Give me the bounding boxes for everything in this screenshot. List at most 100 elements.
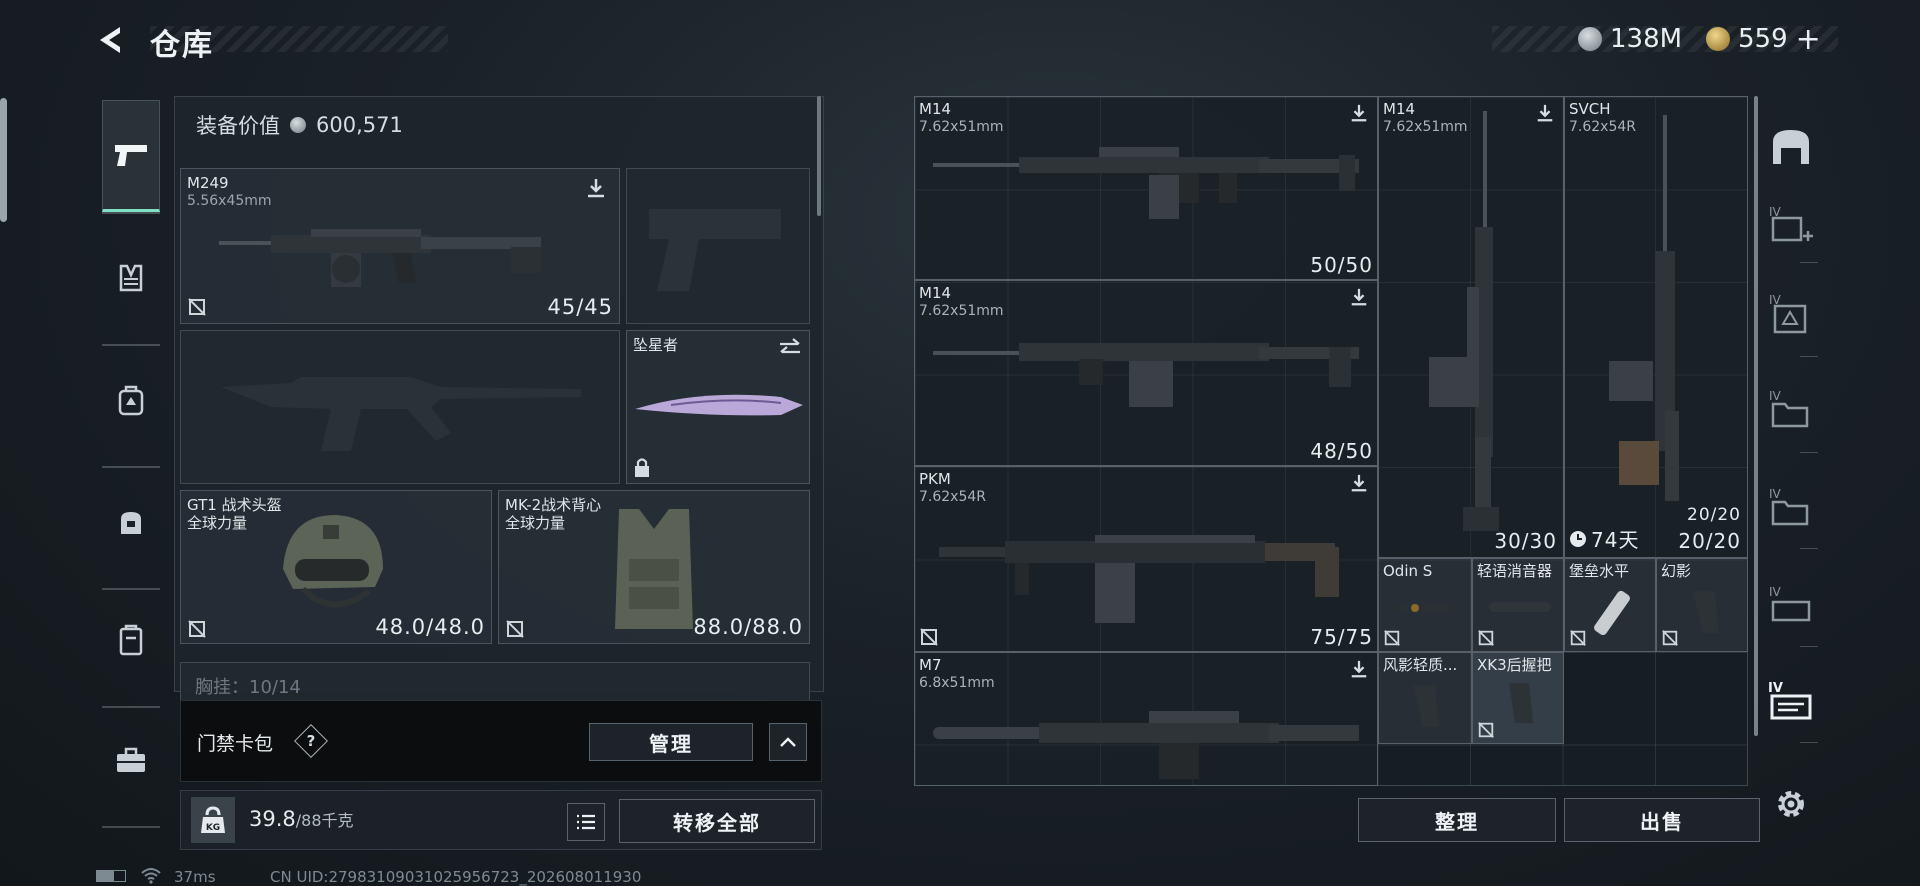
wifi-icon	[141, 868, 161, 884]
silver-currency: 138M	[1578, 22, 1682, 56]
storage-item-accessory[interactable]: Odin S	[1378, 558, 1472, 652]
storage-item-weapon[interactable]: M14 7.62x51mm 30/30	[1378, 96, 1564, 558]
vest-image	[615, 509, 693, 629]
helmet-brand: 全球力量	[187, 514, 248, 532]
nav-pouch[interactable]	[102, 608, 160, 672]
rail-divider	[1800, 262, 1818, 263]
download-icon[interactable]	[1535, 103, 1555, 123]
gun-case-icon: IV	[1768, 681, 1812, 720]
download-icon[interactable]	[585, 177, 607, 199]
rail-storage-4[interactable]: IV	[1766, 478, 1816, 538]
page-title: 仓库	[150, 28, 214, 63]
pistol-placeholder-icon	[649, 209, 781, 291]
storage-item-weapon[interactable]: M7 6.8x51mm	[914, 652, 1378, 786]
download-icon[interactable]	[1349, 103, 1369, 123]
rail-storage-6-active[interactable]: IV	[1766, 672, 1816, 732]
nav-divider	[102, 466, 160, 468]
ammo-count: 30/30	[1494, 529, 1557, 553]
rail-storage-1[interactable]: IV	[1766, 196, 1816, 256]
timer-days: 74天	[1591, 528, 1640, 552]
item-name: 风影轻质...	[1383, 656, 1458, 674]
item-name: M14	[919, 284, 952, 302]
vest-icon	[119, 264, 143, 292]
uid-text: CN UID:27983109031025956723_202608011930	[270, 868, 642, 886]
nav-case[interactable]	[102, 728, 160, 792]
rail-storage-3[interactable]: IV	[1766, 380, 1816, 440]
primary-weapon-slot[interactable]: M249 5.56x45mm 45/45	[180, 168, 620, 324]
rail-warehouse[interactable]	[1766, 116, 1816, 176]
gold-amount: 559	[1738, 24, 1788, 54]
help-icon[interactable]	[294, 724, 328, 758]
nav-weapons[interactable]	[102, 100, 160, 212]
storage-item-weapon[interactable]: M14 7.62x51mm 50/50	[914, 96, 1378, 280]
rail-storage-2[interactable]: IV	[1766, 284, 1816, 344]
helmet-durability: 48.0/48.0	[375, 615, 485, 639]
loadout-scrollbar[interactable]	[817, 96, 821, 216]
secondary-weapon-slot-empty[interactable]	[180, 330, 620, 484]
add-currency-button[interactable]: +	[1796, 22, 1821, 57]
swap-icon[interactable]	[777, 337, 803, 359]
storage-item-accessory[interactable]: XK3后握把	[1472, 652, 1564, 744]
storage-item-weapon[interactable]: SVCH 7.62x54R 20/20 74天 20/20	[1564, 96, 1748, 558]
helmet-slot[interactable]: GT1 战术头盔 全球力量 48.0/48.0	[180, 490, 492, 644]
nav-divider	[102, 706, 160, 708]
collapse-button[interactable]	[769, 723, 807, 761]
insurance-off-icon	[1478, 722, 1494, 738]
equipment-value-amount: 600,571	[316, 113, 403, 137]
download-icon[interactable]	[1349, 287, 1369, 307]
ping-text: 37ms	[174, 868, 216, 886]
pouch-icon	[119, 624, 143, 656]
ammo-count: 75/75	[1310, 625, 1373, 649]
item-name: 堡垒水平	[1569, 562, 1630, 580]
storage-item-weapon[interactable]: PKM 7.62x54R 75/75	[914, 466, 1378, 652]
keycard-label: 门禁卡包	[197, 733, 274, 755]
keycard-bar: 门禁卡包 ? 管理	[180, 700, 822, 782]
clock-icon	[1570, 530, 1586, 547]
item-caliber: 6.8x51mm	[919, 675, 995, 691]
nav-bag[interactable]	[102, 490, 160, 554]
nav-divider	[102, 344, 160, 346]
chest-rig-row[interactable]: 胸挂：10/14	[180, 662, 810, 702]
download-icon[interactable]	[1349, 659, 1369, 679]
rental-timer: 74天	[1569, 524, 1639, 553]
storage-item-accessory[interactable]: 堡垒水平	[1564, 558, 1656, 652]
back-button[interactable]	[92, 22, 130, 58]
tier-label: IV	[1769, 585, 1782, 599]
storage-box-icon: IV	[1769, 293, 1807, 334]
rail-storage-5[interactable]: IV	[1766, 576, 1816, 636]
sell-button[interactable]: 出售	[1564, 798, 1760, 842]
nav-armor[interactable]	[102, 246, 160, 310]
vest-slot[interactable]: MK-2战术背心 全球力量 88.0/88.0	[498, 490, 810, 644]
weight-current: 39.8	[249, 807, 296, 831]
item-name: 幻影	[1661, 562, 1692, 580]
storage-item-accessory[interactable]: 风影轻质...	[1378, 652, 1472, 744]
storage-scrollbar[interactable]	[1754, 96, 1758, 736]
storage-item-accessory[interactable]: 幻影	[1656, 558, 1748, 652]
sort-button[interactable]: 整理	[1358, 798, 1556, 842]
pistol-slot-empty[interactable]	[626, 168, 810, 324]
melee-slot[interactable]: 坠星者	[626, 330, 810, 484]
nav-backpack[interactable]	[102, 368, 160, 432]
rail-divider	[1800, 548, 1818, 549]
nav-scroll-indicator	[0, 98, 7, 222]
insurance-off-icon	[188, 620, 206, 638]
knife-image	[635, 394, 803, 416]
transfer-all-button[interactable]: 转移全部	[619, 799, 815, 843]
download-icon[interactable]	[1349, 473, 1369, 493]
rail-divider	[1800, 356, 1818, 357]
item-name: 轻语消音器	[1477, 562, 1553, 580]
vest-name: MK-2战术背心	[505, 496, 602, 514]
expand-storage-icon: IV	[1769, 205, 1813, 242]
ammo-count: 50/50	[1310, 253, 1373, 277]
manage-button[interactable]: 管理	[589, 723, 753, 761]
storage-item-accessory[interactable]: 轻语消音器	[1472, 558, 1564, 652]
silver-coin-icon	[290, 117, 306, 133]
vest-brand: 全球力量	[505, 514, 566, 532]
list-view-button[interactable]	[567, 803, 605, 841]
item-name: Odin S	[1383, 562, 1433, 580]
insurance-off-icon	[1570, 630, 1586, 646]
helmet-name: GT1 战术头盔	[187, 496, 282, 514]
settings-button[interactable]	[1766, 774, 1816, 834]
storage-item-weapon[interactable]: M14 7.62x51mm 48/50	[914, 280, 1378, 466]
gear-icon	[1778, 791, 1804, 817]
